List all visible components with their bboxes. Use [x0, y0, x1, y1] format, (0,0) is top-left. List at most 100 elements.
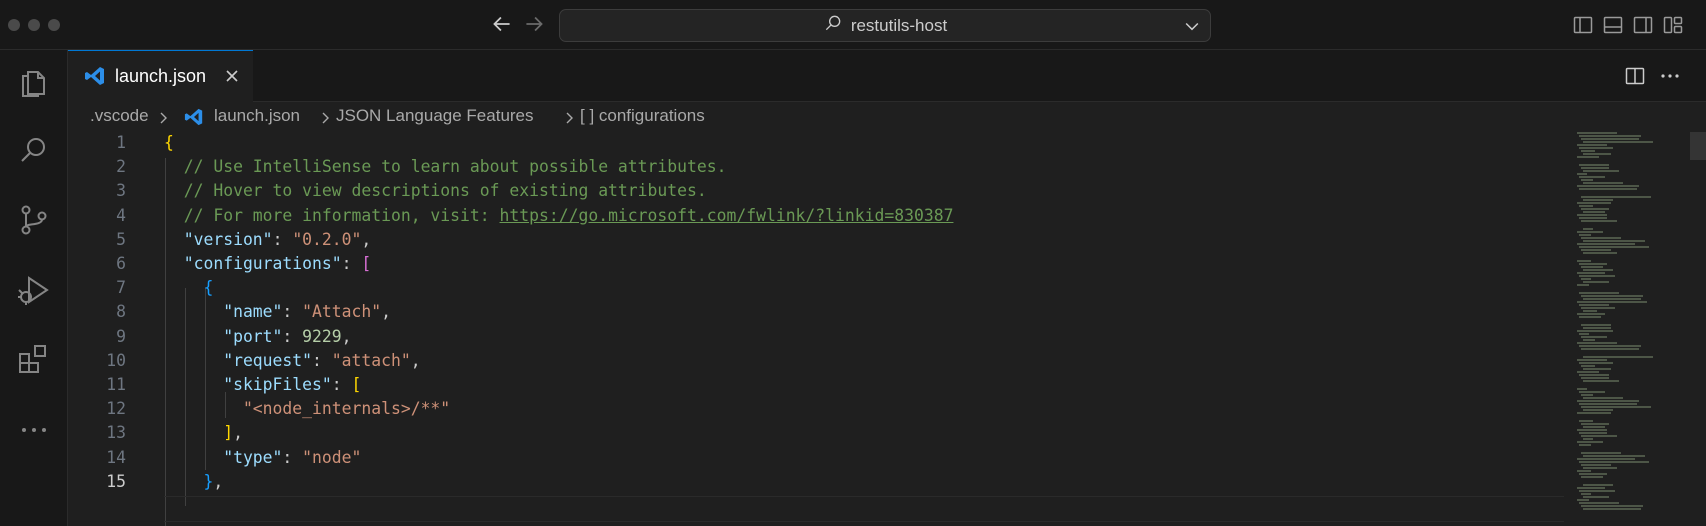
minimap-line [1583, 496, 1609, 498]
more-actions-icon[interactable] [1658, 64, 1682, 88]
line-number: 15 [106, 471, 126, 491]
code-token: ] [164, 423, 234, 443]
chevron-right-icon [562, 110, 576, 124]
window-zoom-button[interactable] [48, 19, 60, 31]
more-icon[interactable] [14, 410, 54, 450]
scrollbar-slider[interactable] [1690, 132, 1706, 160]
code-token: "<node_internals>/**" [164, 399, 451, 419]
code-token: { [164, 278, 214, 298]
breadcrumb-item-launch-json[interactable]: launch.json [214, 106, 300, 126]
minimap[interactable] [1573, 132, 1691, 526]
tab-launch-json[interactable]: launch.json [68, 50, 253, 102]
title-bar: restutils-host [0, 0, 1706, 50]
minimap-line [1577, 260, 1591, 262]
minimap-line [1577, 284, 1589, 286]
window-minimize-button[interactable] [28, 19, 40, 31]
line-number: 1 [116, 133, 126, 152]
minimap-line [1579, 502, 1619, 504]
run-debug-icon[interactable] [14, 270, 54, 310]
minimap-line [1577, 231, 1603, 233]
minimap-line [1577, 342, 1617, 344]
code-line[interactable]: 15 }, [68, 469, 1568, 495]
close-icon[interactable] [221, 65, 243, 87]
line-text: "type": "node" [164, 445, 361, 471]
minimap-line [1577, 214, 1607, 216]
current-line-highlight [164, 496, 1564, 522]
minimap-line [1581, 476, 1603, 478]
code-line[interactable]: 4 // For more information, visit: https:… [68, 203, 1568, 229]
code-token: "attach" [331, 350, 411, 370]
code-token: "version" [164, 229, 273, 249]
breadcrumb-item-vscode[interactable]: .vscode [90, 106, 149, 126]
minimap-line [1579, 490, 1615, 492]
search-icon[interactable] [14, 130, 54, 170]
minimap-line [1577, 301, 1647, 303]
code-line[interactable]: 12 "<node_internals>/**" [68, 396, 1568, 422]
line-number: 11 [106, 375, 126, 394]
minimap-line [1577, 458, 1635, 460]
code-link[interactable]: https://go.microsoft.com/fwlink/?linkid=… [500, 206, 954, 225]
explorer-icon[interactable] [14, 62, 54, 102]
customize-layout-icon[interactable] [1662, 14, 1684, 36]
breadcrumb: .vscode launch.json JSON Language Featur… [68, 102, 1706, 132]
minimap-line [1577, 272, 1605, 274]
minimap-line [1577, 412, 1611, 414]
forward-arrow-icon[interactable] [521, 11, 547, 37]
minimap-line [1583, 298, 1641, 300]
code-line[interactable]: 14 "type": "node" [68, 445, 1568, 471]
back-arrow-icon[interactable] [489, 11, 515, 37]
minimap-line [1583, 455, 1645, 457]
code-line[interactable]: 10 "request": "attach", [68, 348, 1568, 374]
minimap-line [1581, 167, 1609, 169]
minimap-line [1583, 438, 1593, 440]
minimap-line [1583, 182, 1623, 184]
minimap-line [1577, 185, 1639, 187]
toggle-secondary-sidebar-icon[interactable] [1632, 14, 1654, 36]
vscode-json-icon [184, 107, 204, 127]
minimap-line [1579, 205, 1593, 207]
command-center-search[interactable]: restutils-host [559, 9, 1211, 42]
line-text: "name": "Attach", [164, 299, 391, 325]
minimap-line [1577, 132, 1617, 134]
toggle-primary-sidebar-icon[interactable] [1572, 14, 1594, 36]
toggle-panel-icon[interactable] [1602, 14, 1624, 36]
code-line[interactable]: 9 "port": 9229, [68, 324, 1568, 350]
source-control-icon[interactable] [14, 200, 54, 240]
code-line[interactable]: 1{ [68, 132, 1568, 156]
code-token: 9229 [302, 326, 342, 346]
minimap-line [1581, 394, 1593, 396]
code-line[interactable]: 13 ], [68, 420, 1568, 446]
minimap-line [1579, 275, 1615, 277]
code-editor[interactable]: 1{2 // Use IntelliSense to learn about p… [68, 132, 1706, 526]
extensions-icon[interactable] [14, 340, 54, 380]
code-token: , [341, 326, 352, 346]
chevron-down-icon[interactable] [1182, 16, 1202, 36]
line-text: { [164, 132, 174, 156]
minimap-line [1583, 228, 1593, 230]
minimap-line [1581, 295, 1643, 297]
code-line[interactable]: 5 "version": "0.2.0", [68, 227, 1568, 253]
code-token: : [282, 447, 303, 467]
minimap-line [1581, 266, 1603, 268]
code-line[interactable]: 2 // Use IntelliSense to learn about pos… [68, 154, 1568, 180]
code-token: "skipFiles" [164, 375, 332, 394]
code-line[interactable]: 11 "skipFiles": [ [68, 372, 1568, 398]
minimap-line [1583, 339, 1595, 341]
minimap-line [1581, 208, 1609, 210]
window-close-button[interactable] [8, 19, 20, 31]
breadcrumb-item-configurations[interactable]: [ ] configurations [580, 106, 705, 126]
code-token: "request" [164, 350, 313, 370]
breadcrumb-item-json-features[interactable]: JSON Language Features [336, 106, 534, 126]
minimap-line [1581, 493, 1591, 495]
minimap-line [1579, 374, 1609, 376]
code-line[interactable]: 3 // Hover to view descriptions of exist… [68, 178, 1568, 204]
minimap-line [1579, 461, 1649, 463]
code-line[interactable]: 7 { [68, 275, 1568, 301]
minimap-line [1579, 444, 1591, 446]
code-token: { [164, 133, 174, 152]
code-token: "Attach" [302, 302, 382, 322]
split-editor-icon[interactable] [1623, 64, 1647, 88]
code-line[interactable]: 6 "configurations": [ [68, 251, 1568, 277]
code-line[interactable]: 8 "name": "Attach", [68, 299, 1568, 325]
minimap-line [1583, 170, 1619, 172]
